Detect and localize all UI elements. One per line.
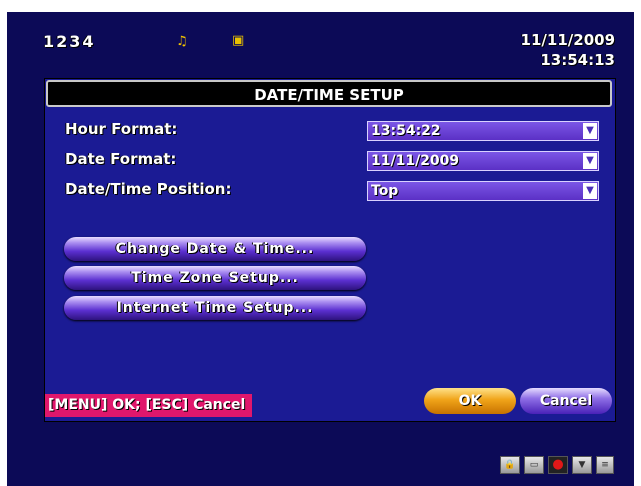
record-icon: ♫ bbox=[176, 34, 188, 49]
datetime-position-label: Date/Time Position: bbox=[65, 180, 232, 198]
key-hint: [MENU] OK; [ESC] Cancel bbox=[45, 394, 252, 417]
datetime-position-value: Top bbox=[371, 183, 399, 199]
cancel-button-label: Cancel bbox=[539, 393, 593, 409]
datetime-position-select[interactable]: Top ▼ bbox=[367, 181, 599, 201]
ok-button[interactable]: OK bbox=[424, 388, 516, 414]
hour-format-select[interactable]: 13:54:22 ▼ bbox=[367, 121, 599, 141]
chevron-down-icon[interactable]: ▼ bbox=[583, 183, 597, 199]
record-dot-icon[interactable]: ● bbox=[548, 456, 568, 474]
internet-time-setup-label: Internet Time Setup... bbox=[116, 300, 314, 316]
time-zone-setup-button[interactable]: Time Zone Setup... bbox=[64, 266, 366, 290]
date-format-label: Date Format: bbox=[65, 150, 177, 168]
date-format-value: 11/11/2009 bbox=[371, 153, 460, 169]
trash-icon[interactable]: ▼ bbox=[572, 456, 592, 474]
display-icon[interactable]: ▭ bbox=[524, 456, 544, 474]
hour-format-label: Hour Format: bbox=[65, 120, 178, 138]
status-time: 13:54:13 bbox=[540, 51, 615, 69]
change-date-time-button[interactable]: Change Date & Time... bbox=[64, 237, 366, 261]
chevron-down-icon[interactable]: ▼ bbox=[583, 123, 597, 139]
lock-icon[interactable]: 🔒 bbox=[500, 456, 520, 474]
key-hint-text: [MENU] OK; [ESC] Cancel bbox=[48, 397, 246, 413]
cancel-button[interactable]: Cancel bbox=[520, 388, 612, 414]
dialog-title-bar: DATE/TIME SETUP bbox=[46, 80, 612, 107]
ok-button-label: OK bbox=[458, 393, 482, 409]
internet-time-setup-button[interactable]: Internet Time Setup... bbox=[64, 296, 366, 320]
channel-indicator: 1234 bbox=[43, 32, 96, 51]
hour-format-value: 13:54:22 bbox=[371, 123, 441, 139]
date-format-select[interactable]: 11/11/2009 ▼ bbox=[367, 151, 599, 171]
status-date: 11/11/2009 bbox=[520, 31, 615, 49]
time-zone-setup-label: Time Zone Setup... bbox=[131, 270, 299, 286]
change-date-time-label: Change Date & Time... bbox=[115, 241, 315, 257]
network-icon: ▣ bbox=[232, 33, 245, 48]
scroll-icon[interactable]: ≡ bbox=[596, 456, 614, 474]
chevron-down-icon[interactable]: ▼ bbox=[583, 153, 597, 169]
dialog-title: DATE/TIME SETUP bbox=[254, 86, 404, 104]
